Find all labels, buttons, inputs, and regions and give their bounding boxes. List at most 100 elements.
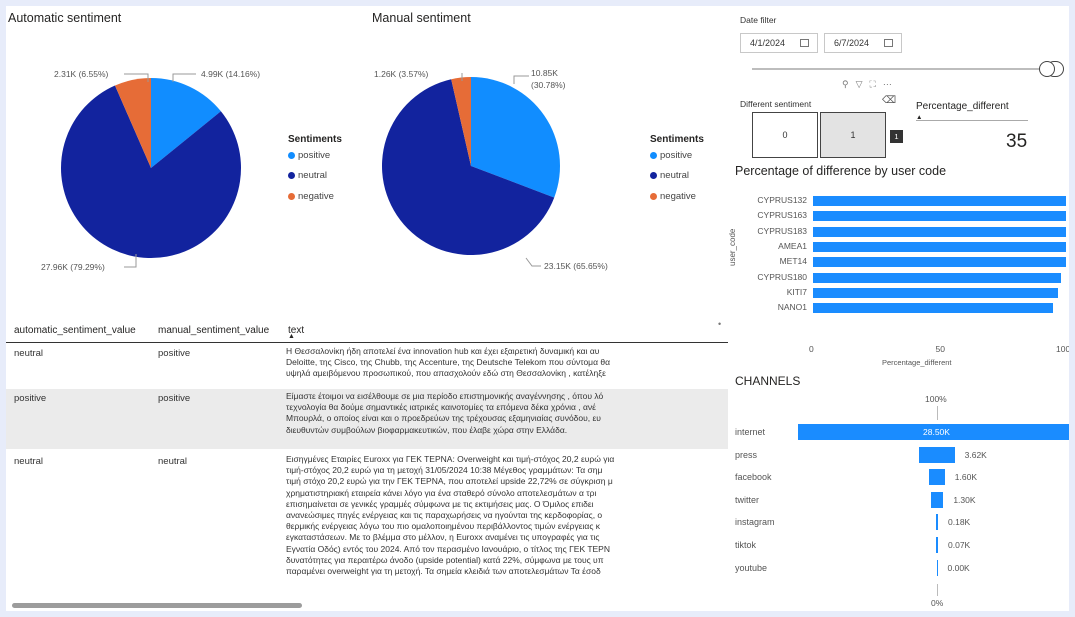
pin-icon[interactable]: ⚲ [842,79,856,89]
funnel-value-label: 0.07K [948,540,971,550]
bar-CYPRUS180[interactable] [813,272,1061,283]
funnel-bar-instagram[interactable] [936,514,938,531]
date-slider-start-handle[interactable] [1039,61,1055,77]
bar-chart-ylabel: user_code [728,228,737,266]
sort-asc-icon[interactable]: ▲ [288,333,295,340]
bar-MET14[interactable] [813,257,1066,268]
table-row[interactable]: neutral positive Η Θεσσαλονίκη ήδη αποτε… [6,344,728,384]
legend-neutral[interactable]: neutral [650,165,704,186]
bar-CYPRUS132[interactable] [813,196,1066,206]
cell-text: Είμαστε έτοιμοι να εισέλθουμε σε μια περ… [286,391,728,436]
funnel-category-label: internet [735,427,766,437]
col-header-auto[interactable]: automatic_sentiment_value [14,325,136,336]
legend-label: neutral [298,170,328,181]
manual-leader-positive [513,75,529,84]
funnel-value-label: 0.00K [947,562,970,573]
auto-label-neutral: 27.96K (79.29%) [41,262,105,272]
bar-CYPRUS163[interactable] [813,211,1066,222]
cell-text: Εισηγμένες Εταιρίες Euroxx για ΓΕΚ ΤΕΡΝΑ… [286,454,728,577]
legend-negative[interactable]: negative [650,186,704,207]
legend-negative[interactable]: negative [288,186,342,207]
bar-AMEA1[interactable] [813,241,1066,252]
funnel-value-label: 1.30K [953,494,976,505]
funnel-bar-youtube[interactable] [936,559,938,576]
funnel-value-label: 1.60K [954,472,978,483]
manual-leader-neutral [525,257,541,267]
manual-sentiment-title: Manual sentiment [372,11,471,25]
funnel-bar-facebook[interactable] [929,469,945,486]
cell-auto: neutral [14,348,44,359]
text-line: τεχνολογία θα δούμε σημαντικές ιατρικές … [286,402,596,413]
legend-neutral[interactable]: neutral [288,165,342,186]
date-slider-track[interactable] [752,68,1054,70]
manual-legend-title: Sentiments [650,134,704,145]
bar-category-label: NANO1 [777,302,807,313]
column-resize-dot-icon: • [718,320,722,329]
funnel-bar-press[interactable] [919,446,955,463]
text-line: τιμή-στόχος 20,2 ευρώ για τη μετοχή 31/0… [286,465,603,476]
slicer-option-1[interactable]: 1 [820,112,886,158]
filter-icon[interactable]: ▽ [856,79,870,89]
manual-legend: Sentiments positive neutral negative [650,134,704,207]
bar-NANO1[interactable] [813,303,1054,314]
slicer-option-0[interactable]: 0 [752,112,818,158]
legend-positive[interactable]: positive [650,145,704,165]
funnel-bar-twitter[interactable] [930,491,944,508]
funnel-category-label: facebook [735,472,772,483]
manual-label-positive-pct: (30.78%) [531,80,566,90]
bar-category-label: AMEA1 [778,240,807,251]
visual-header-toolbar: ⚲▽⛶⋯ [842,79,899,90]
x-tick-label: 100 [1056,344,1069,354]
table-row[interactable]: positive positive Είμαστε έτοιμοι να εισ… [6,389,728,449]
funnel-value-label: 0.18K [948,517,971,528]
funnel-category-label: instagram [735,517,775,528]
positive-dot-icon [650,151,657,159]
funnel-value-label: 28.50K [923,427,950,437]
cell-text: Η Θεσσαλονίκη ήδη αποτελεί ένα innovatio… [286,346,728,380]
table-row[interactable]: neutral neutral Εισηγμένες Εταιρίες Euro… [6,452,728,604]
legend-positive[interactable]: positive [288,145,342,165]
neutral-dot-icon [288,172,295,179]
neutral-dot-icon [650,172,657,179]
col-header-manual[interactable]: manual_sentiment_value [158,325,269,336]
funnel-bar-tiktok[interactable] [936,537,938,553]
manual-sentiment-pie[interactable]: 10.85K (30.78%) 1.26K (3.57%) 23.15K (65… [366,26,646,296]
text-line: εγκαταστάσεων. Με το βλέμμα στο μέλλον, … [286,532,600,543]
text-line: Μπουρλά, ο οποίος είναι και ο προεδρεύων… [286,413,601,424]
funnel-category-label: youtube [735,562,768,573]
focus-mode-icon[interactable]: ⛶ [870,79,883,89]
manual-label-neutral: 23.15K (65.65%) [544,261,608,271]
text-line: διευθυντών συμβούλων βιοφαρμακευτικών, π… [286,424,568,435]
cell-auto: positive [14,393,47,404]
different-sentiment-label: Different sentiment [740,99,812,109]
more-options-icon[interactable]: ⋯ [883,79,899,89]
calendar-icon[interactable] [800,39,809,47]
horizontal-scrollbar[interactable] [12,603,302,608]
text-line: παραμένει overweight για τη μετοχή. Τα σ… [286,566,601,577]
bar-KITI7[interactable] [813,287,1059,298]
auto-label-positive: 4.99K (14.16%) [201,69,260,79]
bar-category-label: CYPRUS163 [757,210,807,221]
bar-CYPRUS183[interactable] [813,226,1066,237]
selection-count-badge: 1 [890,130,903,143]
table-header: automatic_sentiment_value manual_sentime… [6,320,728,343]
bar-chart-title: Percentage of difference by user code [735,164,947,178]
legend-label: negative [298,191,334,202]
channels-top-line [937,406,938,420]
bar-category-label: MET14 [779,256,807,267]
end-date-input[interactable]: 6/7/2024 [824,33,902,53]
text-line: Deloitte, της Cisco, της Chubb, της Acce… [286,357,610,368]
cell-manual: positive [158,348,191,359]
calendar-icon[interactable] [884,39,893,47]
start-date-input[interactable]: 4/1/2024 [740,33,818,53]
channels-top-label: 100% [925,394,947,404]
report-canvas: Automatic sentiment 4.99K (14.16%) 2.31K… [6,6,1069,611]
text-table[interactable]: automatic_sentiment_value manual_sentime… [6,320,728,610]
legend-label: positive [660,149,693,161]
channels-bottom-line [937,584,938,596]
eraser-icon[interactable]: ⌫ [882,95,896,106]
negative-dot-icon [650,193,657,200]
text-line: Είμαστε έτοιμοι να εισέλθουμε σε μια περ… [286,391,604,401]
funnel-value-label: 3.62K [964,449,987,460]
manual-label-negative: 1.26K (3.57%) [374,69,429,79]
